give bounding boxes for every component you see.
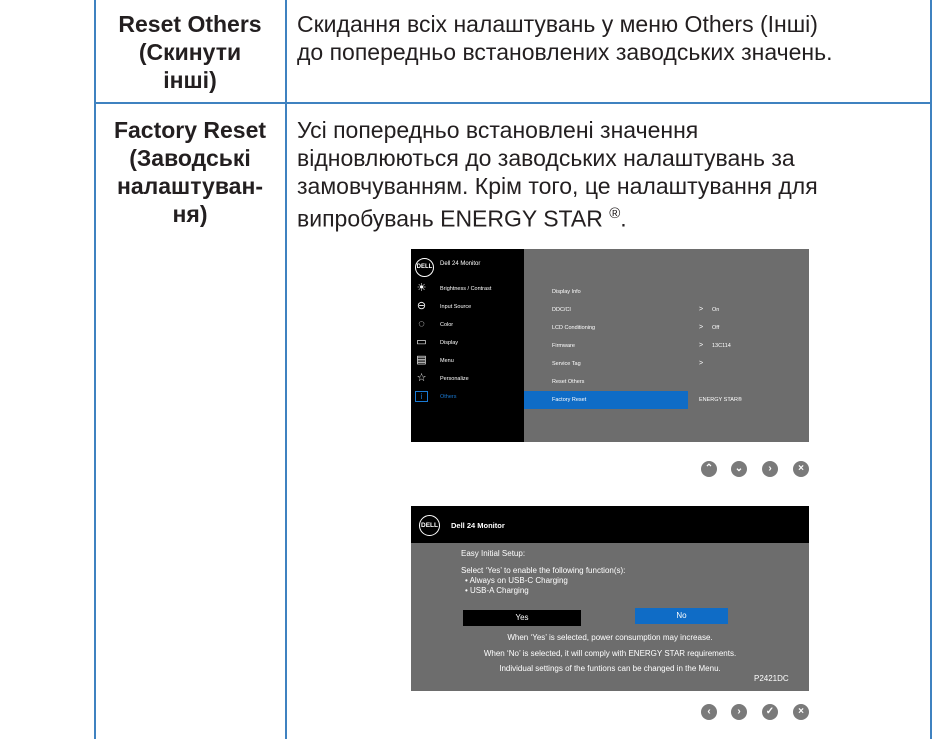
osd-menu-label: Others [440,394,457,400]
osd-item-value: 13C114 [712,343,731,349]
osd-menu-label: Display [440,340,459,346]
dialog-title: Dell 24 Monitor [451,521,505,530]
personalize-icon: ☆ [416,372,427,384]
chevron-right-icon: > [699,306,704,313]
osd-item-firmware[interactable]: Firmware > 13C114 [524,337,809,355]
setting-label-reset-others: Reset Others (Скинути інші) [118,11,262,93]
osd-menu-label: Brightness / Contrast [440,286,492,292]
osd-item-lcd-conditioning[interactable]: LCD Conditioning > Off [524,319,809,337]
check-icon[interactable]: ✓ [762,704,778,720]
osd-item-factory-reset[interactable]: Factory Reset ENERGY STAR® [524,391,809,409]
chevron-right-icon: > [699,342,704,349]
osd-others-menu: DELL Dell 24 Monitor ☀ Brightness / Cont… [411,249,809,442]
osd-menu-item-menu[interactable]: ▤ Menu [411,352,524,370]
chevron-right-icon: > [699,324,704,331]
down-icon[interactable]: ⌄ [731,461,747,477]
osd-item-reset-others[interactable]: Reset Others [524,373,809,391]
osd-sidebar: DELL Dell 24 Monitor ☀ Brightness / Cont… [411,249,524,442]
osd-menu-item-brightness[interactable]: ☀ Brightness / Contrast [411,280,524,298]
osd-others-pane: Display Info DDC/CI > On LCD Conditionin… [524,249,809,442]
osd-menu-item-input-source[interactable]: ⊖ Input Source [411,298,524,316]
osd-item-ddc-ci[interactable]: DDC/CI > On [524,301,809,319]
osd-menu-label: Personalize [440,376,469,382]
right-icon[interactable]: › [762,461,778,477]
chevron-right-icon: > [699,360,704,367]
osd-item-label: LCD Conditioning [552,325,596,331]
osd-menu-item-others[interactable]: i Others [411,388,524,406]
dialog-bullet-usb-a: • USB-A Charging [465,586,529,595]
yes-button[interactable]: Yes [463,610,581,626]
registered-mark: ® [609,205,621,222]
display-icon: ▭ [416,336,427,348]
osd-menu-item-personalize[interactable]: ☆ Personalize [411,370,524,388]
model-number: P2421DC [754,674,789,683]
close-icon[interactable]: × [793,461,809,477]
menu-icon: ▤ [416,354,427,366]
dialog-note-no: When ‘No’ is selected, it will comply wi… [483,649,737,658]
brightness-icon: ☀ [416,282,427,294]
osd-item-label: Factory Reset [552,397,587,403]
right-icon[interactable]: › [731,704,747,720]
osd-item-label: Reset Others [552,379,585,385]
dell-logo: DELL [415,258,434,277]
close-icon[interactable]: × [793,704,809,720]
dialog-bullet-usb-c: • Always on USB-C Charging [465,576,568,585]
osd-item-value: On [712,307,720,313]
table-border-right [930,0,932,739]
osd-item-label: Display Info [552,289,581,295]
table-border-middle [285,0,287,739]
no-button[interactable]: No [635,608,728,624]
dialog-note-menu: Individual settings of the funtions can … [499,664,721,673]
dialog-setup-label: Easy Initial Setup: [461,549,526,558]
osd-header: DELL Dell 24 Monitor [411,249,524,277]
osd-item-label: Service Tag [552,361,581,367]
others-icon: i [415,391,428,402]
setting-description-factory-reset: Усі попередньо встановлені значення відн… [297,117,818,232]
input-source-icon: ⊖ [416,300,427,312]
setting-label-factory-reset: Factory Reset (Заводські налаштуван- ня) [113,117,267,227]
setting-description-reset-others: Скидання всіх налаштувань у меню Others … [297,11,833,65]
dialog-note-yes: When ‘Yes’ is selected, power consumptio… [507,633,713,642]
osd-item-service-tag[interactable]: Service Tag > [524,355,809,373]
osd-item-label: DDC/CI [552,307,571,313]
dialog-select-text: Select ‘Yes’ to enable the following fun… [461,566,626,575]
left-icon[interactable]: ‹ [701,704,717,720]
color-icon: ◌ [418,318,425,330]
easy-initial-setup-dialog: DELL Dell 24 Monitor Easy Initial Setup:… [411,506,809,691]
osd-menu-label: Input Source [440,304,472,310]
dell-logo: DELL [419,515,440,536]
osd-menu-item-color[interactable]: ◌ Color [411,316,524,334]
osd-item-display-info[interactable]: Display Info [524,283,809,301]
osd-menu-label: Color [440,322,454,328]
selection-highlight [524,391,688,409]
osd-menu-item-display[interactable]: ▭ Display [411,334,524,352]
up-icon[interactable]: ⌃ [701,461,717,477]
row-separator [94,102,932,104]
table-border-left [94,0,96,739]
osd-item-value: Off [712,325,720,331]
osd-menu-label: Menu [440,358,454,364]
osd-item-value: ENERGY STAR® [699,397,742,403]
dialog-header: DELL Dell 24 Monitor [411,506,809,543]
osd-title: Dell 24 Monitor [440,261,481,267]
osd-item-label: Firmware [552,343,575,349]
